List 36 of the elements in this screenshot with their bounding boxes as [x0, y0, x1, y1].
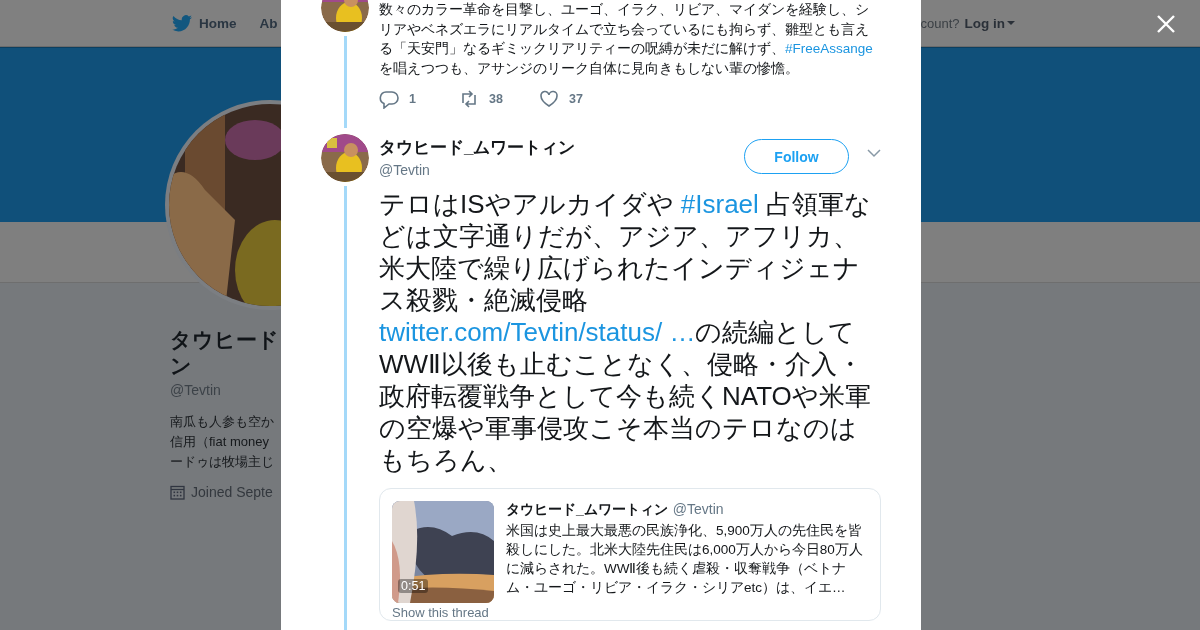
- tweet-text: 数々のカラー革命を目撃し、ユーゴ、イラク、リビア、マイダンを経験し、シリアやベネズエラにリアルタイムで立ち会っているにも拘らず、雛型とも言える「天安門」なるギミックリアリティーの呪縛が未だに解けず、#FreeAssange を唱えつつも、アサンジのリーク自体に見向きもしない輩の慘憺。: [379, 1, 874, 78]
- quoted-tweet-card[interactable]: 0:51 タウヒード_ムワートィン @Tevtin 米国は史上最大最悪の民族浄化、5,900万人の先住民を皆殺しにした。北米大陸先住民は6,000万人から今日80万人に減らされた。WWⅡ後も続く虐殺・収奪戦争（ベトナム・ユーゴ・リビア・イラク・シリアetc）は、イエ… Show this thread: [379, 488, 881, 621]
- video-duration: 0:51: [398, 579, 429, 593]
- quoted-text: 米国は史上最大最悪の民族浄化、5,900万人の先住民を皆殺しにした。北米大陸先住民は6,000万人から今日80万人に減らされた。WWⅡ後も続く虐殺・収奪戦争（ベトナム・ユーゴ・リビア・イラク・シリアetc）は、イエ…: [506, 522, 864, 597]
- profile-handle: @Tevtin: [170, 382, 221, 398]
- home-link[interactable]: Home: [199, 15, 237, 31]
- link[interactable]: twitter.com/Tevtin/status/ …: [379, 317, 696, 347]
- close-icon: [1156, 14, 1176, 34]
- tweet-text: テロはISやアルカイダや #Israel 占領軍などは文字通りだが、アジア、アフリカ、米大陸で繰り広げられたインディジェナス殺戮・絶滅侵略 twitter.com/Tevtin/status/ …の続編としてWWⅡ以後も止むことなく、侵略・介入・政府転覆戦争として今も続くNATOや米軍の空爆や軍事侵攻こそ本当のテロなのはもちろん、: [379, 188, 873, 476]
- link[interactable]: #Israel: [680, 189, 759, 219]
- user-handle: @Tevtin: [379, 162, 431, 178]
- calendar-icon: [170, 484, 185, 500]
- like-count: 37: [569, 92, 583, 106]
- like-icon: [539, 89, 559, 109]
- bio-line: 信用（fiat money: [170, 433, 270, 451]
- profile-name-line: ン: [170, 353, 193, 379]
- about-link[interactable]: Ab: [259, 15, 278, 31]
- retweet-icon: [459, 89, 479, 109]
- reply-icon: [379, 89, 399, 109]
- account-prompt: count?: [920, 15, 960, 31]
- more-button[interactable]: [867, 149, 881, 158]
- joined-date: Joined Septe: [191, 484, 273, 500]
- reply-count: 1: [409, 92, 416, 106]
- chevron-icon: [867, 149, 881, 158]
- login-link[interactable]: Log in: [964, 15, 1015, 31]
- bio-line: ードゥは牧場主じ: [170, 453, 274, 471]
- link[interactable]: #FreeAssange: [785, 41, 873, 56]
- profile-name-line: タウヒード: [170, 327, 279, 353]
- user-handle: @Tevtin: [672, 501, 724, 517]
- bird-icon: [172, 14, 192, 32]
- user-name: タウヒード_ムワートィン: [506, 501, 668, 519]
- user-name: タウヒード_ムワートィン: [379, 137, 577, 159]
- show-thread-link[interactable]: Show this thread: [392, 605, 489, 620]
- retweet-count: 38: [489, 92, 503, 106]
- follow-button[interactable]: Follow: [744, 139, 849, 174]
- bio-line: 南瓜も人参も空か: [170, 413, 274, 431]
